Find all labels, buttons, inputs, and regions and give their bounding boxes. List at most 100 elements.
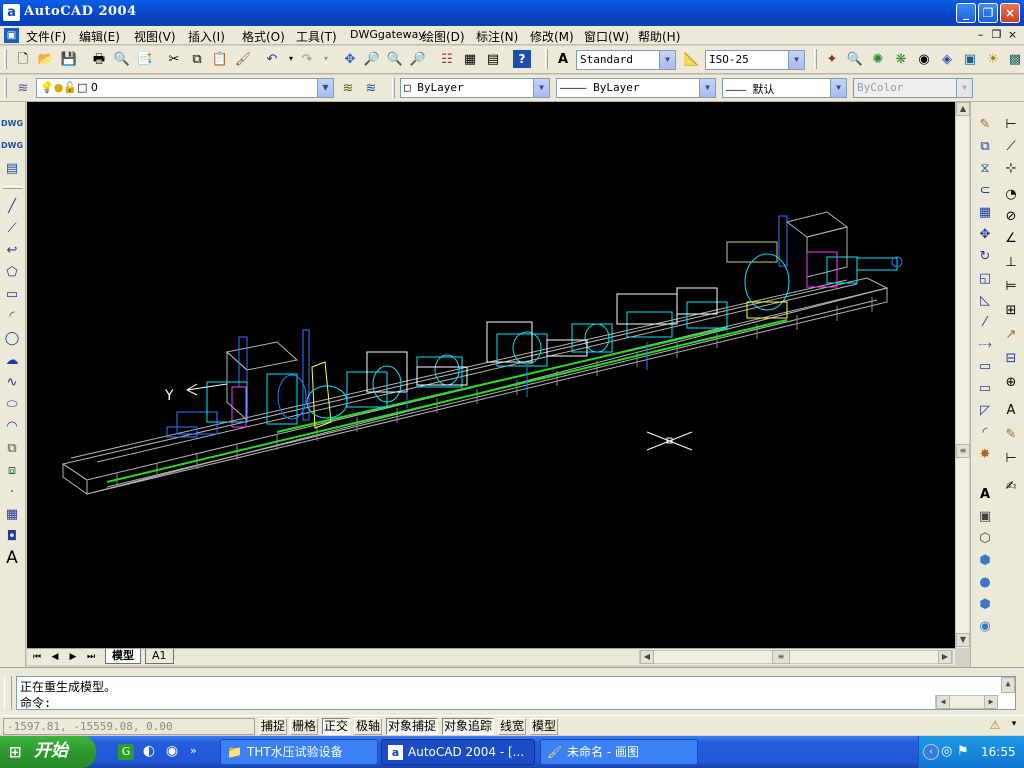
linetype-select[interactable]: ———— ByLayer ▼: [556, 78, 716, 98]
undo-icon[interactable]: ↶: [262, 49, 282, 69]
dimension-style-icon[interactable]: 📐: [682, 49, 702, 69]
chevron-down-icon[interactable]: ▼: [830, 79, 846, 97]
menu-edit[interactable]: 编辑(E): [79, 28, 120, 45]
zoom-realtime-icon[interactable]: 🔎: [362, 49, 382, 69]
torus-icon[interactable]: ◉: [975, 616, 995, 636]
command-scroll-up-icon[interactable]: ▲: [1001, 677, 1015, 693]
diameter-dimension-icon[interactable]: ⊘: [1001, 206, 1021, 226]
toolbar-grip[interactable]: [392, 78, 395, 98]
scroll-up-icon[interactable]: ▲: [956, 102, 970, 116]
camera-icon[interactable]: ◉: [914, 49, 934, 69]
rotate-icon[interactable]: ↻: [975, 246, 995, 266]
insert-block-icon[interactable]: ⧉: [2, 438, 22, 458]
orbit-icon[interactable]: ✺: [868, 49, 888, 69]
chevron-down-icon[interactable]: ▼: [317, 79, 333, 97]
trim-icon[interactable]: ⁄: [975, 312, 995, 332]
command-hscroll[interactable]: ◀ ▶: [935, 695, 998, 709]
fillet-icon[interactable]: ◜: [975, 422, 995, 442]
menu-help[interactable]: 帮助(H): [638, 28, 680, 45]
lights-icon[interactable]: ☀: [983, 49, 1003, 69]
scroll-thumb[interactable]: ≡: [772, 650, 790, 664]
wedge-icon[interactable]: ⬡: [975, 528, 995, 548]
continuous-orbit-icon[interactable]: ❋: [891, 49, 911, 69]
zoom-previous-icon[interactable]: 🔎: [408, 49, 428, 69]
dwg-open-icon[interactable]: DWG: [1, 114, 23, 134]
menu-file[interactable]: 文件(F): [26, 28, 66, 45]
layer-select[interactable]: 💡●🔓□ 0 ▼: [36, 78, 334, 98]
box-icon[interactable]: ▣: [975, 506, 995, 526]
make-block-icon[interactable]: ⧈: [2, 460, 22, 480]
dimension-style-select[interactable]: ISO-25 ▼: [705, 50, 805, 70]
point-icon[interactable]: ·: [2, 482, 22, 502]
toolbar-grip[interactable]: [4, 49, 7, 69]
construction-line-icon[interactable]: ⟋: [2, 218, 22, 238]
revision-cloud-icon[interactable]: ☁: [2, 350, 22, 370]
linear-dimension-icon[interactable]: ⊢: [1001, 114, 1021, 134]
scroll-right-icon[interactable]: ▶: [984, 695, 998, 709]
rectangle-icon[interactable]: ▭: [2, 284, 22, 304]
doc-close-button[interactable]: ×: [1006, 29, 1019, 42]
publish-icon[interactable]: 📑: [135, 49, 155, 69]
radius-dimension-icon[interactable]: ◔: [1001, 184, 1021, 204]
document-icon[interactable]: ▣: [4, 28, 19, 43]
osnap-toggle[interactable]: 对象捕捉: [386, 718, 439, 735]
menu-tools[interactable]: 工具(T): [296, 28, 337, 45]
menu-view[interactable]: 视图(V): [134, 28, 176, 45]
vertical-scrollbar[interactable]: ▲ ≡ ▼: [955, 102, 970, 648]
command-window[interactable]: 正在重生成模型。 命令: ▲ ◀ ▶: [16, 676, 1016, 710]
grid-toggle[interactable]: 栅格: [290, 718, 319, 735]
layer-manager-icon[interactable]: ≋: [13, 78, 33, 98]
make-object-layer-current-icon[interactable]: ≋: [338, 78, 358, 98]
quick-dimension-icon[interactable]: ⊥: [1001, 252, 1021, 272]
dwg-save-icon[interactable]: DWG: [1, 136, 23, 156]
text-style-select[interactable]: Standard ▼: [576, 50, 676, 70]
redo-icon[interactable]: ↷: [297, 49, 317, 69]
polyline-icon[interactable]: ↩: [2, 240, 22, 260]
paste-icon[interactable]: 📋: [210, 49, 230, 69]
spline-icon[interactable]: ∿: [2, 372, 22, 392]
redo-dropdown-icon[interactable]: ▾: [316, 49, 336, 69]
arc-icon[interactable]: ◜: [2, 306, 22, 326]
lineweight-toggle[interactable]: 线宽: [498, 718, 527, 735]
tolerance-icon[interactable]: ⊟: [1001, 348, 1021, 368]
ellipse-icon[interactable]: ⬭: [2, 394, 22, 414]
scroll-down-icon[interactable]: ▼: [956, 633, 970, 647]
menu-window[interactable]: 窗口(W): [584, 28, 629, 45]
scale-icon[interactable]: ◱: [975, 268, 995, 288]
command-prompt[interactable]: 命令:: [20, 694, 51, 711]
explode-icon[interactable]: ✸: [975, 444, 995, 464]
menu-dwggateway[interactable]: DWGgateway: [350, 28, 425, 41]
dimension-style-manager-icon[interactable]: ✍: [1001, 476, 1021, 496]
doc-restore-button[interactable]: ❐: [990, 29, 1003, 42]
pan-realtime-icon[interactable]: ✥: [340, 49, 360, 69]
snap-toggle[interactable]: 捕捉: [259, 718, 288, 735]
menu-format[interactable]: 格式(O): [242, 28, 285, 45]
tray-network-icon[interactable]: ◎: [941, 744, 952, 759]
design-center-icon[interactable]: ▦: [460, 49, 480, 69]
toolbar-grip[interactable]: [3, 186, 23, 189]
last-tab-icon[interactable]: ⏭: [83, 651, 99, 664]
task-folder[interactable]: 📁 THT水压试验设备: [220, 739, 378, 765]
menu-insert[interactable]: 插入(I): [188, 28, 225, 45]
ordinate-dimension-icon[interactable]: ⊹: [1001, 158, 1021, 178]
quicklaunch-media-icon[interactable]: ◉: [164, 743, 180, 761]
minimize-button[interactable]: _: [956, 3, 976, 23]
text-icon[interactable]: A: [975, 484, 995, 504]
clock[interactable]: 16:55: [981, 745, 1016, 759]
otrack-toggle[interactable]: 对象追踪: [442, 718, 495, 735]
chevron-down-icon[interactable]: ▼: [788, 51, 804, 69]
angular-dimension-icon[interactable]: ∠: [1001, 228, 1021, 248]
doc-minimize-button[interactable]: –: [974, 29, 987, 42]
print-icon[interactable]: 🖶: [89, 49, 109, 69]
tool-palettes-icon[interactable]: ▤: [483, 49, 503, 69]
toolbar-grip[interactable]: [814, 49, 817, 69]
tray-app-icon[interactable]: ⚑: [957, 744, 969, 759]
multiline-text-icon[interactable]: A: [2, 548, 22, 568]
break-at-point-icon[interactable]: ▭: [975, 378, 995, 398]
chamfer-icon[interactable]: ◸: [975, 400, 995, 420]
model-space-toggle[interactable]: 模型: [530, 718, 559, 735]
open-file-icon[interactable]: 📂: [36, 49, 56, 69]
lineweight-select[interactable]: ——— 默认 ▼: [722, 78, 847, 98]
previous-tab-icon[interactable]: ◀: [47, 651, 63, 664]
task-paint[interactable]: 🖌 未命名 - 画图: [540, 739, 698, 765]
